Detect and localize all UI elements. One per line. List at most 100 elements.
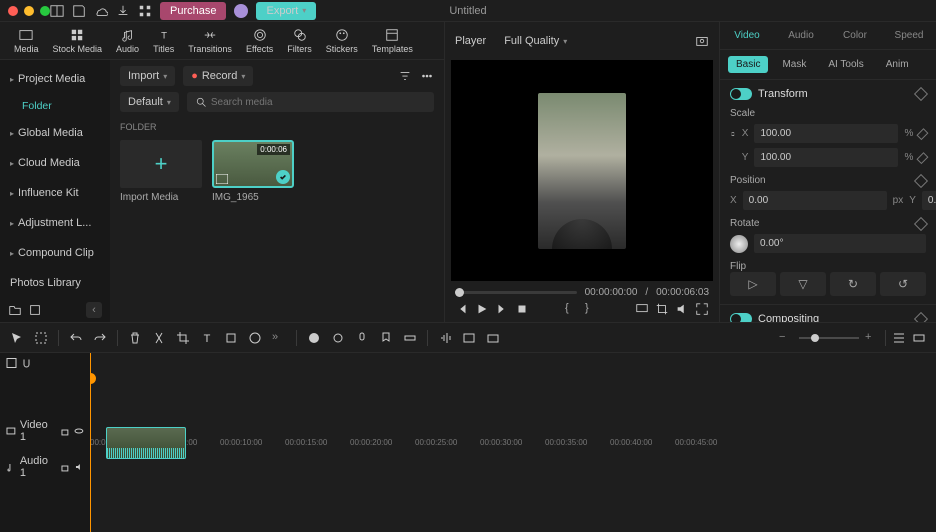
sidebar-item-global[interactable]: ▸Global Media [4,120,106,146]
download-icon[interactable] [116,4,130,18]
speed-tool-icon[interactable] [248,331,262,345]
audio-mix-icon[interactable] [438,331,452,345]
sidebar-item-photos[interactable]: Photos Library [4,270,106,296]
rotate-cw-button[interactable]: ↻ [830,272,876,296]
minimize-window[interactable] [24,6,34,16]
pos-y-input[interactable] [922,191,936,210]
magnet-icon[interactable] [21,356,32,370]
tab-stock[interactable]: Stock Media [47,26,109,56]
zoom-out-icon[interactable]: − [779,331,793,345]
flip-h-button[interactable]: ▷ [730,272,776,296]
playhead[interactable] [90,353,91,532]
rtab-speed[interactable]: Speed [882,22,936,49]
default-dropdown[interactable]: Default▾ [120,92,179,112]
stop-icon[interactable] [515,302,529,316]
import-media-box[interactable]: + [120,140,202,188]
rtab-audio[interactable]: Audio [774,22,828,49]
eye-icon[interactable] [74,424,84,438]
collapse-sidebar[interactable]: ‹ [86,302,102,318]
mark-out-icon[interactable]: } [585,302,599,316]
flip-v-button[interactable]: ▽ [780,272,826,296]
preview-canvas[interactable] [451,60,713,281]
keyframe-diamond[interactable] [917,128,929,140]
new-bin-icon[interactable] [28,303,42,317]
rotate-dial[interactable] [730,235,748,253]
sidebar-item-project[interactable]: ▸Project Media [4,66,106,92]
delete-icon[interactable] [128,331,142,345]
rtab-color[interactable]: Color [828,22,882,49]
lock-icon[interactable] [60,424,70,438]
keyframe-diamond[interactable] [914,216,928,230]
player-scrubber[interactable] [455,291,577,294]
fit-icon[interactable] [912,331,926,345]
search-field[interactable] [211,97,426,108]
grid-icon[interactable] [138,4,152,18]
cloud-icon[interactable] [94,4,108,18]
sidebar-folder[interactable]: Folder [4,94,106,118]
video-icon[interactable] [6,424,16,438]
export-button[interactable]: Export▾ [256,2,316,20]
crop-icon[interactable] [655,302,669,316]
track-tool-icon[interactable] [403,331,417,345]
track-mode-icon[interactable] [6,356,17,370]
tab-transitions[interactable]: Transitions [182,26,238,56]
maximize-window[interactable] [40,6,50,16]
scale-x-input[interactable] [754,124,898,143]
mute-icon[interactable] [74,460,84,474]
import-dropdown[interactable]: Import▾ [120,66,175,86]
pos-x-input[interactable] [743,191,887,210]
split-icon[interactable] [152,331,166,345]
transform-toggle[interactable] [730,88,752,100]
adjust-icon[interactable] [224,331,238,345]
tab-filters[interactable]: Filters [281,26,318,56]
mic-icon[interactable] [355,331,369,345]
tab-audio[interactable]: Audio [110,26,145,56]
list-view-icon[interactable] [892,331,906,345]
new-folder-icon[interactable] [8,303,22,317]
sidebar-item-compound[interactable]: ▸Compound Clip [4,240,106,266]
mark-in-icon[interactable]: { [565,302,579,316]
sort-icon[interactable] [398,69,412,83]
keyframe-diamond[interactable] [914,312,928,322]
pointer-tool[interactable] [10,331,24,345]
stab-ai[interactable]: AI Tools [820,56,871,73]
snapshot-icon[interactable] [695,34,709,48]
lock-icon[interactable] [60,460,70,474]
fullscreen-icon[interactable] [695,302,709,316]
record-dropdown[interactable]: ●Record▾ [183,66,253,86]
tab-titles[interactable]: TTitles [147,26,180,56]
select-tool[interactable] [34,331,48,345]
rotate-ccw-button[interactable]: ↺ [880,272,926,296]
quality-dropdown[interactable]: Full Quality▾ [496,31,575,51]
timeline-clip[interactable] [106,427,186,459]
volume-icon[interactable] [675,302,689,316]
search-input[interactable] [187,92,434,112]
scale-y-input[interactable] [754,148,898,167]
text-tool-icon[interactable]: T [200,331,214,345]
prev-frame-icon[interactable] [455,302,469,316]
link-icon[interactable] [730,127,736,141]
purchase-button[interactable]: Purchase [160,2,226,20]
keyframe-diamond[interactable] [914,173,928,187]
play-icon[interactable] [475,302,489,316]
more-tools-icon[interactable]: » [272,331,286,345]
audio-icon[interactable] [6,460,16,474]
rotate-input[interactable] [754,234,926,253]
sidebar-item-cloud[interactable]: ▸Cloud Media [4,150,106,176]
tab-stickers[interactable]: Stickers [320,26,364,56]
display-icon[interactable] [635,302,649,316]
sidebar-item-influence[interactable]: ▸Influence Kit [4,180,106,206]
tab-templates[interactable]: Templates [366,26,419,56]
layout-icon[interactable] [50,4,64,18]
more-icon[interactable] [420,69,434,83]
stab-basic[interactable]: Basic [728,56,768,73]
stab-mask[interactable]: Mask [774,56,814,73]
user-avatar[interactable] [234,4,248,18]
tab-media[interactable]: Media [8,26,45,56]
close-window[interactable] [8,6,18,16]
marker-tool-icon[interactable] [379,331,393,345]
tab-effects[interactable]: Effects [240,26,279,56]
redo-icon[interactable] [93,331,107,345]
keyframe-diamond[interactable] [917,152,929,164]
rtab-video[interactable]: Video [720,22,774,49]
